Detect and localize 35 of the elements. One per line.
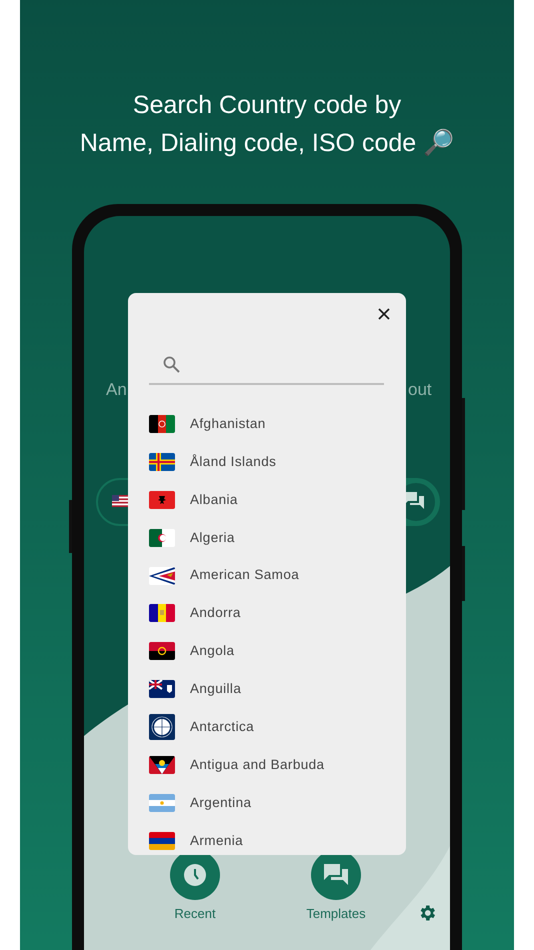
flag-icon xyxy=(149,756,175,774)
clock-icon xyxy=(183,863,207,887)
headline-text: Name, Dialing code, ISO code 🔎 xyxy=(80,128,454,159)
country-item[interactable]: Antarctica xyxy=(149,718,384,736)
country-item[interactable]: Åland Islands xyxy=(149,452,384,471)
country-item[interactable]: Antigua and Barbuda xyxy=(149,756,384,774)
action-label: Templates xyxy=(306,905,366,923)
screen-text: An xyxy=(106,379,127,401)
flag-icon xyxy=(149,566,175,585)
action-label: Recent xyxy=(174,905,216,923)
country-item[interactable]: Anguilla xyxy=(149,680,384,698)
flag-icon xyxy=(149,528,175,547)
close-icon[interactable] xyxy=(378,308,390,320)
flag-icon xyxy=(149,642,175,660)
country-item[interactable]: American Samoa xyxy=(149,566,384,585)
country-item[interactable]: Argentina xyxy=(149,794,384,812)
country-item[interactable]: Afghanistan xyxy=(149,415,384,433)
flag-icon xyxy=(149,680,175,698)
flag-icon xyxy=(149,490,175,509)
country-item[interactable]: Angola xyxy=(149,642,384,660)
headline-text: Search Country code by xyxy=(132,90,402,121)
search-icon xyxy=(163,356,180,372)
flag-icon xyxy=(149,714,175,740)
flag-icon xyxy=(149,604,175,622)
flag-icon xyxy=(149,794,175,812)
country-item[interactable]: Algeria xyxy=(149,528,384,547)
country-item[interactable]: Armenia xyxy=(149,832,384,850)
country-item[interactable]: Albania xyxy=(149,490,384,509)
flag-icon xyxy=(149,415,175,433)
flag-icon xyxy=(149,452,175,471)
country-item[interactable]: Andorra xyxy=(149,604,384,622)
flag-icon xyxy=(149,832,175,850)
flag-icon xyxy=(112,495,128,507)
chat-icon xyxy=(323,863,349,887)
screen-text: out xyxy=(408,379,432,401)
